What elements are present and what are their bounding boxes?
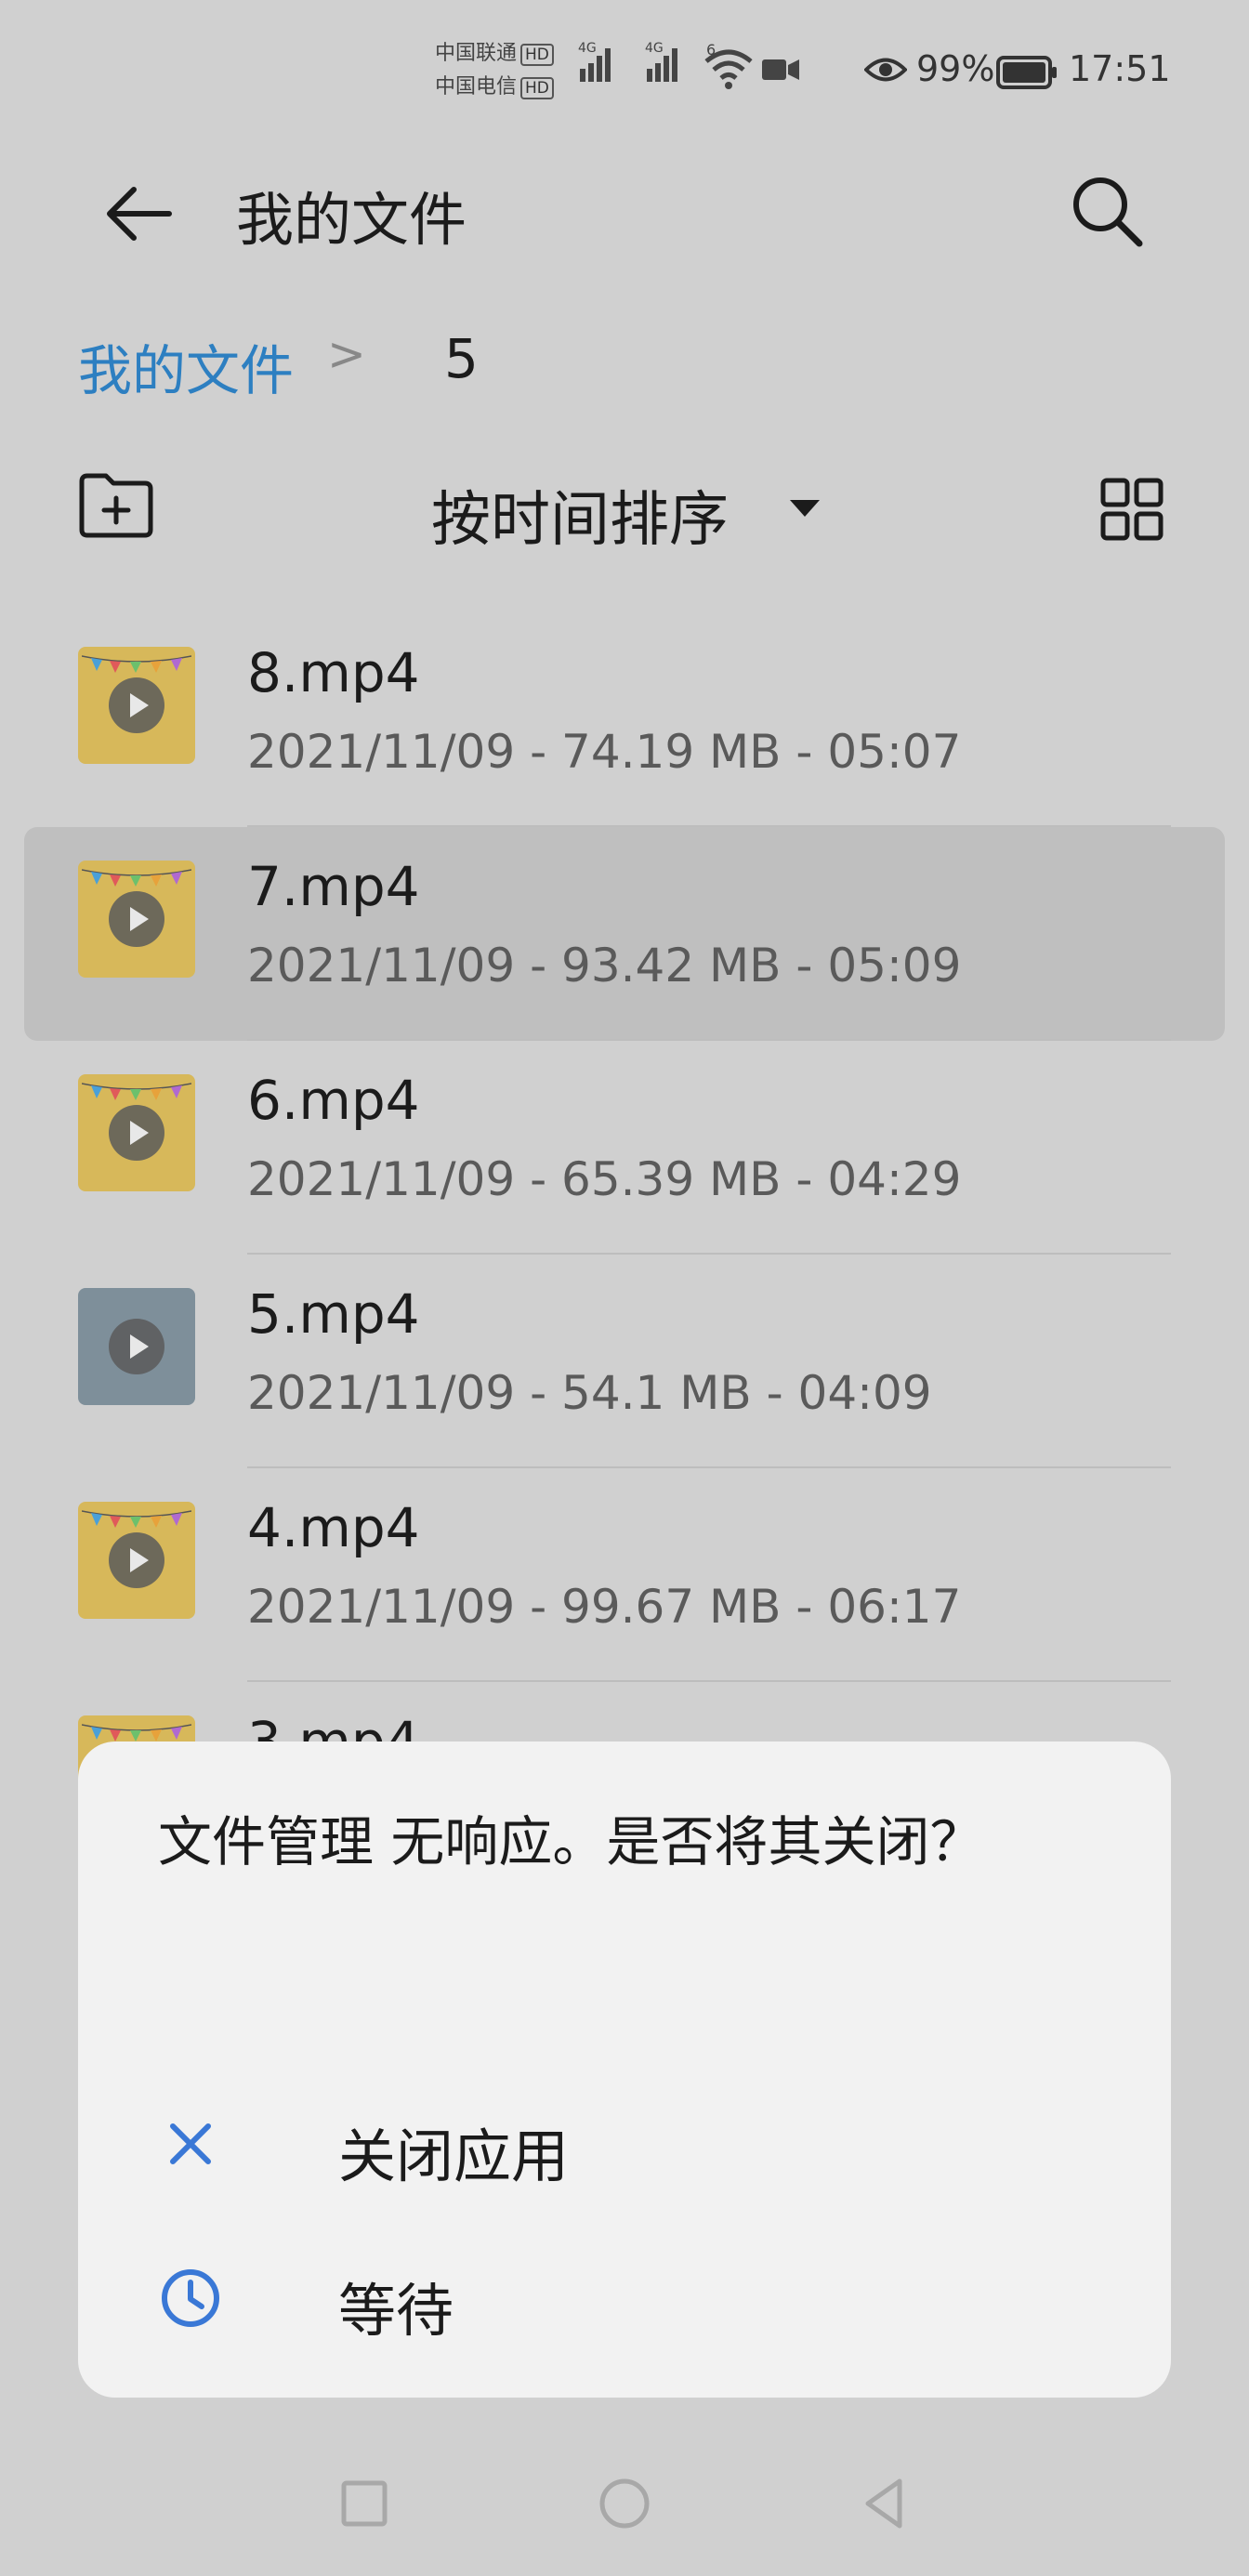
file-row[interactable]: 7.mp4 2021/11/09 - 93.42 MB - 05:09 bbox=[0, 827, 1249, 1041]
signal-icon: 4G bbox=[578, 41, 613, 82]
play-icon bbox=[109, 1319, 164, 1374]
file-meta: 2021/11/09 - 65.39 MB - 04:29 bbox=[247, 1152, 962, 1206]
grid-view-icon[interactable] bbox=[1100, 478, 1164, 541]
video-camera-icon bbox=[762, 59, 799, 80]
row-highlight bbox=[24, 827, 1225, 1041]
new-folder-icon[interactable] bbox=[78, 472, 154, 539]
dialog-message: 文件管理 无响应。是否将其关闭？ bbox=[158, 1810, 984, 1873]
battery-icon bbox=[996, 56, 1057, 89]
chevron-right-icon: > bbox=[327, 327, 366, 381]
breadcrumb-root[interactable]: 我的文件 bbox=[78, 327, 294, 405]
network-label: 4G bbox=[645, 41, 664, 56]
status-bar: 中国联通 HD 中国电信 HD 4G 4G 6 99% 17:51 bbox=[0, 0, 1249, 139]
file-name: 4.mp4 bbox=[247, 1496, 420, 1559]
video-thumbnail bbox=[78, 647, 195, 764]
eye-icon bbox=[864, 58, 907, 82]
play-icon bbox=[109, 677, 164, 733]
carrier-2: 中国电信 bbox=[435, 75, 518, 99]
navigation-bar bbox=[0, 2435, 1249, 2576]
arrow-left-icon[interactable] bbox=[102, 177, 177, 251]
caret-down-icon[interactable] bbox=[790, 500, 820, 517]
clock-time: 17:51 bbox=[1069, 48, 1171, 89]
screen: 中国联通 HD 中国电信 HD 4G 4G 6 99% 17:51 我的文件 我… bbox=[0, 0, 1249, 2576]
recent-apps-icon[interactable] bbox=[336, 2476, 392, 2531]
play-icon bbox=[109, 1105, 164, 1161]
carrier-1: 中国联通 bbox=[435, 42, 518, 65]
file-name: 5.mp4 bbox=[247, 1282, 420, 1346]
close-icon bbox=[170, 2123, 211, 2164]
breadcrumb-current: 5 bbox=[444, 327, 479, 390]
close-app-label: 关闭应用 bbox=[338, 2123, 570, 2190]
file-meta: 2021/11/09 - 54.1 MB - 04:09 bbox=[247, 1366, 932, 1420]
close-app-button[interactable]: 关闭应用 bbox=[78, 2072, 1171, 2212]
file-name: 8.mp4 bbox=[247, 641, 420, 704]
play-icon bbox=[109, 891, 164, 947]
video-thumbnail bbox=[78, 861, 195, 978]
wait-button[interactable]: 等待 bbox=[78, 2227, 1171, 2366]
home-icon[interactable] bbox=[597, 2476, 652, 2531]
hd-badge: HD bbox=[520, 77, 554, 99]
video-thumbnail bbox=[78, 1074, 195, 1191]
play-icon bbox=[109, 1532, 164, 1588]
file-row[interactable]: 8.mp4 2021/11/09 - 74.19 MB - 05:07 bbox=[0, 613, 1249, 827]
bunting-decoration bbox=[82, 869, 191, 887]
file-row[interactable]: 5.mp4 2021/11/09 - 54.1 MB - 04:09 bbox=[0, 1255, 1249, 1468]
sort-dropdown[interactable]: 按时间排序 bbox=[431, 472, 729, 558]
file-meta: 2021/11/09 - 93.42 MB - 05:09 bbox=[247, 939, 962, 992]
network-label: 4G bbox=[578, 41, 597, 56]
file-name: 6.mp4 bbox=[247, 1069, 420, 1132]
bunting-decoration bbox=[82, 1083, 191, 1100]
clock-icon bbox=[162, 2269, 219, 2327]
file-row[interactable]: 4.mp4 2021/11/09 - 99.67 MB - 06:17 bbox=[0, 1468, 1249, 1682]
video-thumbnail bbox=[78, 1288, 195, 1405]
file-meta: 2021/11/09 - 99.67 MB - 06:17 bbox=[247, 1580, 962, 1634]
signal-icon: 4G bbox=[645, 41, 680, 82]
file-row[interactable]: 6.mp4 2021/11/09 - 65.39 MB - 04:29 bbox=[0, 1041, 1249, 1255]
back-nav-icon[interactable] bbox=[857, 2476, 913, 2531]
file-meta: 2021/11/09 - 74.19 MB - 05:07 bbox=[247, 725, 962, 779]
bunting-decoration bbox=[82, 1510, 191, 1528]
file-name: 7.mp4 bbox=[247, 855, 420, 918]
wifi-label: 6 bbox=[706, 41, 717, 59]
bunting-decoration bbox=[82, 1724, 191, 1741]
page-title: 我的文件 bbox=[236, 186, 467, 254]
video-thumbnail bbox=[78, 1502, 195, 1619]
wait-label: 等待 bbox=[338, 2277, 454, 2345]
not-responding-dialog: 文件管理 无响应。是否将其关闭？ 关闭应用 等待 bbox=[78, 1741, 1171, 2398]
search-icon[interactable] bbox=[1067, 171, 1147, 251]
carrier-info: 中国联通 HD 中国电信 HD bbox=[435, 37, 554, 104]
hd-badge: HD bbox=[520, 44, 554, 66]
bunting-decoration bbox=[82, 655, 191, 673]
battery-percent: 99% bbox=[916, 48, 995, 89]
